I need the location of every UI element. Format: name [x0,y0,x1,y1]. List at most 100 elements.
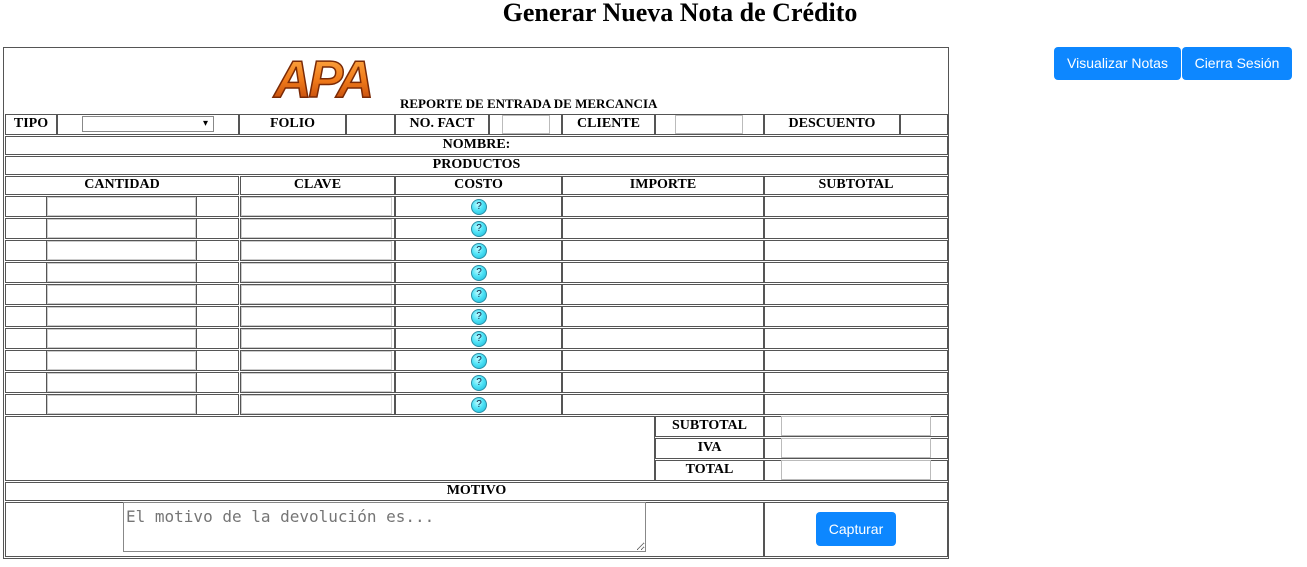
cantidad-cell-right [196,262,239,283]
cantidad-cell-left [5,306,47,327]
motivo-label: MOTIVO [446,483,507,498]
nofact-input[interactable] [502,115,550,134]
importe-cell [562,394,764,415]
cantidad-cell-left [5,350,47,371]
cantidad-input[interactable] [47,263,196,282]
clave-input[interactable] [241,219,392,238]
cantidad-input[interactable] [47,395,196,414]
nofact-label: NO. FACT [409,116,475,131]
help-icon[interactable]: ? [471,309,487,325]
col-cantidad: CANTIDAD [84,177,160,192]
cantidad-input[interactable] [47,351,196,370]
help-icon[interactable]: ? [471,331,487,347]
folio-label: FOLIO [269,116,316,131]
visualizar-notas-button[interactable]: Visualizar Notas [1054,47,1181,80]
cantidad-cell-right [196,196,239,217]
tipo-label: TIPO [13,116,49,131]
cantidad-cell-left [5,196,47,217]
cierra-sesion-button[interactable]: Cierra Sesión [1182,47,1292,80]
col-costo: COSTO [454,177,503,192]
cantidad-cell-left [5,262,47,283]
subtotal-cell [764,196,948,217]
subtotal-input[interactable] [781,416,931,436]
clave-input[interactable] [241,307,392,326]
cliente-input[interactable] [675,115,743,134]
subtotal-cell [764,372,948,393]
help-icon[interactable]: ? [471,287,487,303]
clave-input[interactable] [241,197,392,216]
cantidad-cell-right [196,284,239,305]
clave-input[interactable] [241,285,392,304]
cantidad-cell-left [5,372,47,393]
apa-logo: APA [271,50,374,109]
cantidad-cell-left [5,328,47,349]
help-icon[interactable]: ? [471,265,487,281]
help-icon[interactable]: ? [471,375,487,391]
cantidad-input[interactable] [47,197,196,216]
cantidad-cell-right [196,372,239,393]
importe-cell [562,262,764,283]
cantidad-input[interactable] [47,329,196,348]
cantidad-cell-left [5,284,47,305]
clave-input[interactable] [241,395,392,414]
cantidad-cell-left [5,240,47,261]
cantidad-input[interactable] [47,219,196,238]
clave-input[interactable] [241,241,392,260]
importe-cell [562,372,764,393]
cantidad-cell-right [196,218,239,239]
importe-cell [562,328,764,349]
subtotal-cell [764,350,948,371]
help-icon[interactable]: ? [471,221,487,237]
cantidad-input[interactable] [47,373,196,392]
total-label: TOTAL [685,462,734,477]
subtotal-cell [764,306,948,327]
page-title: Generar Nueva Nota de Crédito [502,0,858,27]
subtotal-cell [764,262,948,283]
clave-input[interactable] [241,329,392,348]
motivo-textarea[interactable] [123,502,646,552]
capturar-button[interactable]: Capturar [816,512,896,546]
col-importe: IMPORTE [629,177,697,192]
cantidad-input[interactable] [47,307,196,326]
help-icon[interactable]: ? [471,199,487,215]
subtotal-cell [764,394,948,415]
importe-cell [562,218,764,239]
help-icon[interactable]: ? [471,353,487,369]
iva-input[interactable] [781,438,931,458]
productos-label: PRODUCTOS [432,157,521,172]
tipo-select[interactable]: ▾ [82,116,214,132]
svg-text:APA: APA [272,51,371,109]
subtotal-cell [764,284,948,305]
subtotal-cell [764,328,948,349]
descuento-label: DESCUENTO [788,116,876,131]
iva-label: IVA [697,440,722,455]
cantidad-cell-right [196,350,239,371]
cantidad-input[interactable] [47,241,196,260]
help-icon[interactable]: ? [471,243,487,259]
cantidad-cell-right [196,306,239,327]
importe-cell [562,350,764,371]
subtotal-cell [764,218,948,239]
importe-cell [562,306,764,327]
col-clave: CLAVE [293,177,342,192]
descuento-field[interactable] [900,114,948,135]
clave-input[interactable] [241,373,392,392]
total-input[interactable] [781,460,931,480]
importe-cell [562,284,764,305]
cliente-label: CLIENTE [576,116,641,131]
col-subtotal: SUBTOTAL [818,177,894,192]
cantidad-input[interactable] [47,285,196,304]
help-icon[interactable]: ? [471,397,487,413]
clave-input[interactable] [241,263,392,282]
subtotal-cell [764,240,948,261]
cantidad-cell-left [5,394,47,415]
importe-cell [562,240,764,261]
cantidad-cell-right [196,394,239,415]
clave-input[interactable] [241,351,392,370]
cantidad-cell-left [5,218,47,239]
cantidad-cell-right [196,240,239,261]
nombre-label: NOMBRE: [442,137,511,152]
subtotal-label: SUBTOTAL [672,418,747,433]
report-title: REPORTE DE ENTRADA DE MERCANCIA [400,96,658,111]
folio-field[interactable] [346,114,395,135]
